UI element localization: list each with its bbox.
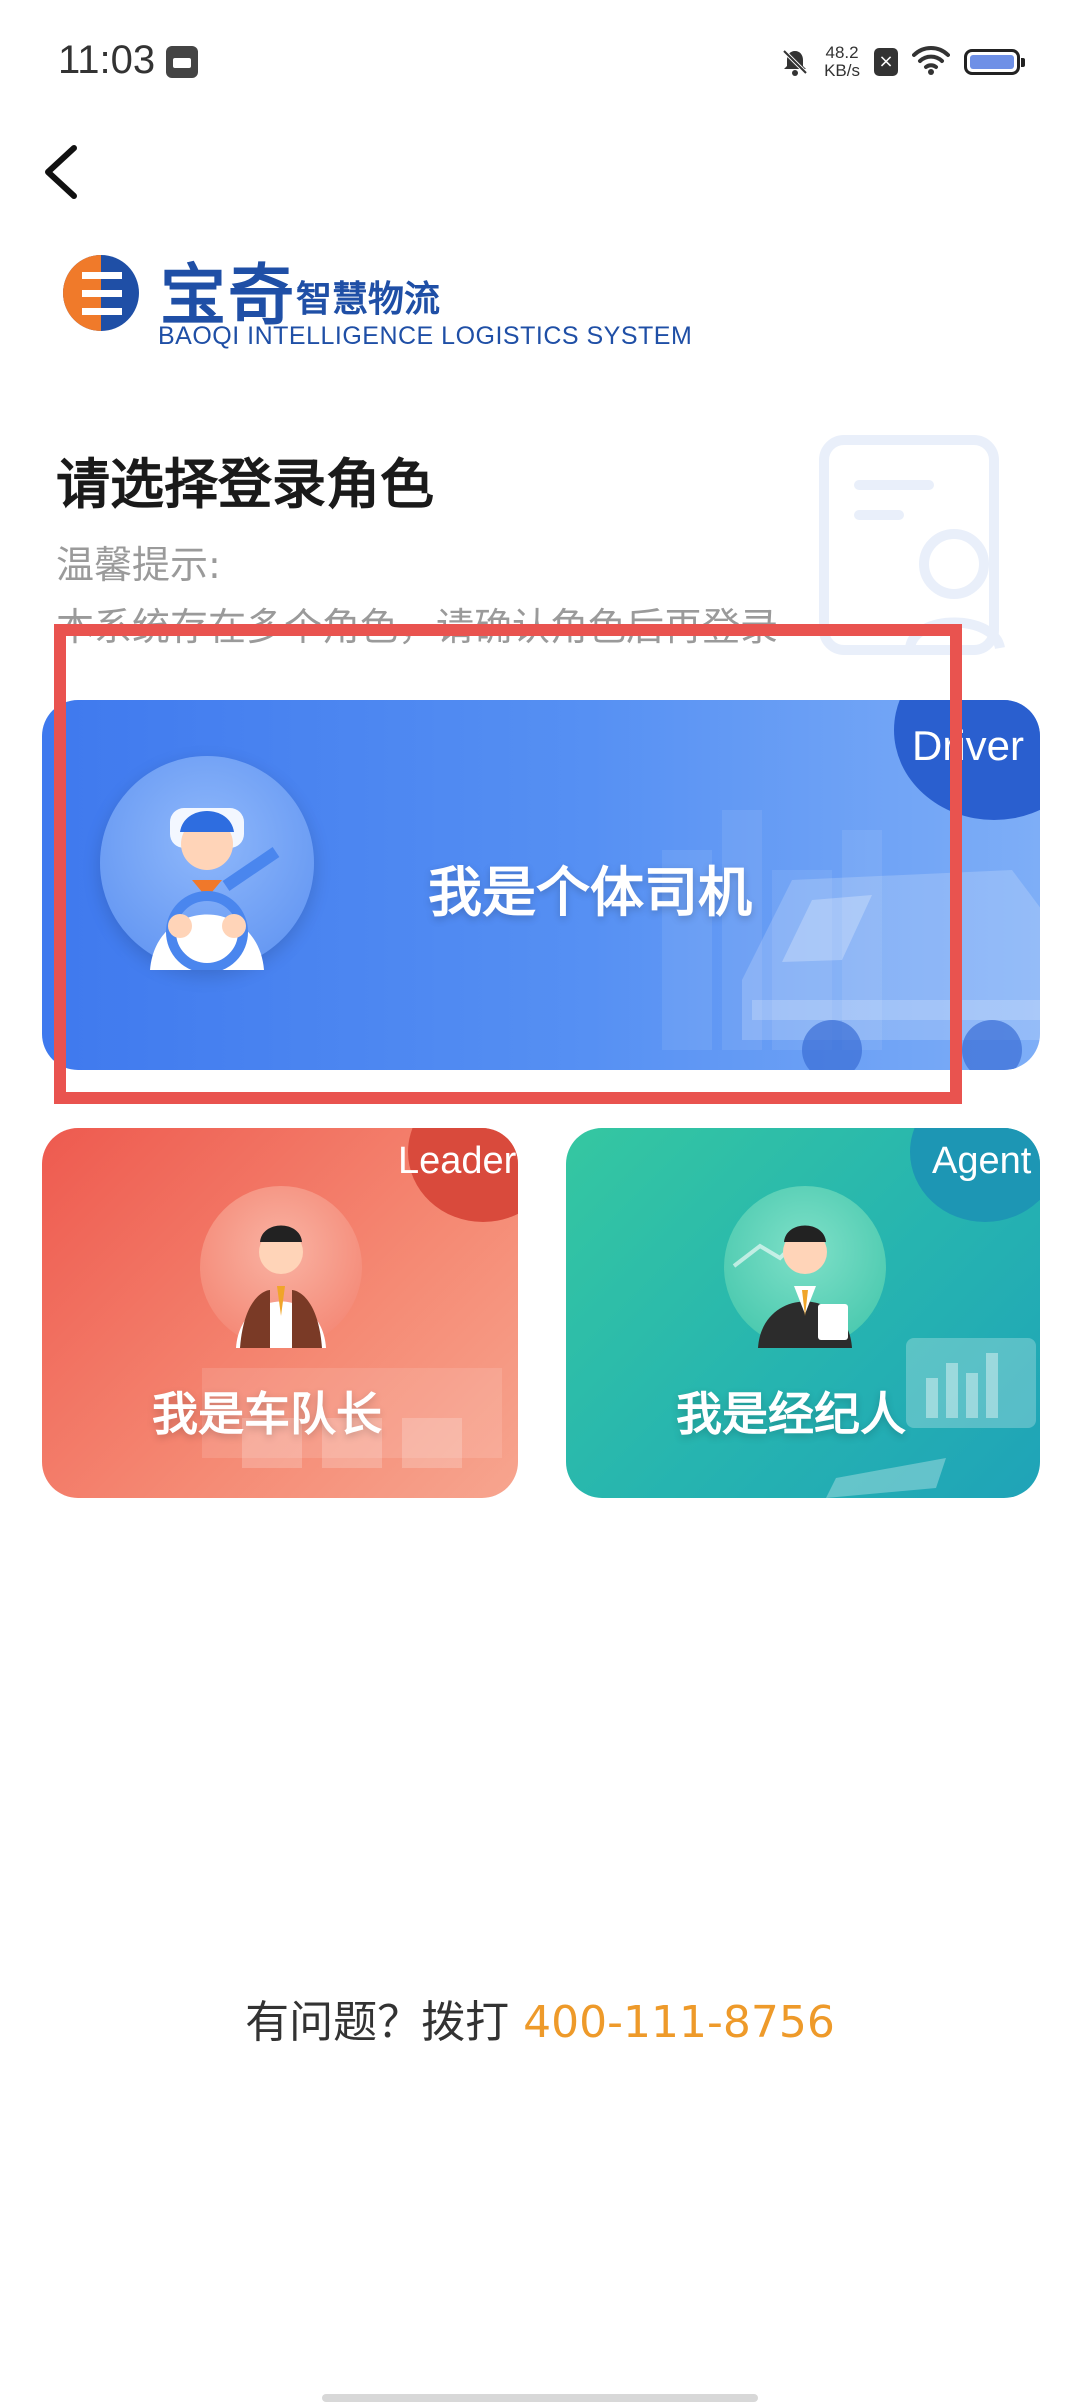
leader-badge: Leader <box>398 1140 517 1182</box>
net-speed-value: 48.2 <box>825 43 859 62</box>
logo-cn-sub: 智慧物流 <box>296 279 441 320</box>
status-icons: 48.2 KB/s × <box>780 38 1025 86</box>
help-line: 有问题？拨打 400-111-8756 <box>0 1986 1080 2050</box>
logo-en: BAOQI INTELLIGENCE LOGISTICS SYSTEM <box>158 322 693 350</box>
page-title: 请选择登录角色 <box>56 453 434 516</box>
back-button[interactable] <box>36 142 96 202</box>
net-speed: 48.2 KB/s <box>824 44 860 80</box>
selection-highlight <box>54 624 962 1104</box>
battery-icon <box>964 49 1025 75</box>
tip-label: 温馨提示: <box>56 543 221 587</box>
help-prefix: 有问题？拨打 <box>245 1997 524 2048</box>
help-phone-link[interactable]: 400-111-8756 <box>523 1997 835 2048</box>
chevron-left-icon <box>45 145 77 199</box>
calendar-icon <box>166 46 198 78</box>
logo-mark-icon <box>62 254 140 332</box>
agent-badge: Agent <box>932 1140 1032 1182</box>
close-box-icon: × <box>874 48 898 76</box>
leader-label: 我是车队长 <box>152 1387 382 1441</box>
agent-person-icon <box>732 1225 852 1348</box>
agent-label: 我是经纪人 <box>676 1387 906 1441</box>
net-speed-unit: KB/s <box>824 61 860 80</box>
leader-person-icon <box>236 1225 326 1348</box>
status-time: 11:03 <box>58 38 156 82</box>
wifi-icon <box>912 45 950 79</box>
home-indicator[interactable] <box>322 2394 758 2402</box>
mute-icon <box>780 47 810 77</box>
role-card-agent[interactable]: Agent 我是经纪人 <box>566 1128 1040 1498</box>
agent-avatar <box>724 1186 886 1348</box>
role-card-leader[interactable]: Leader 我是车队长 <box>42 1128 518 1498</box>
leader-avatar <box>200 1186 362 1348</box>
